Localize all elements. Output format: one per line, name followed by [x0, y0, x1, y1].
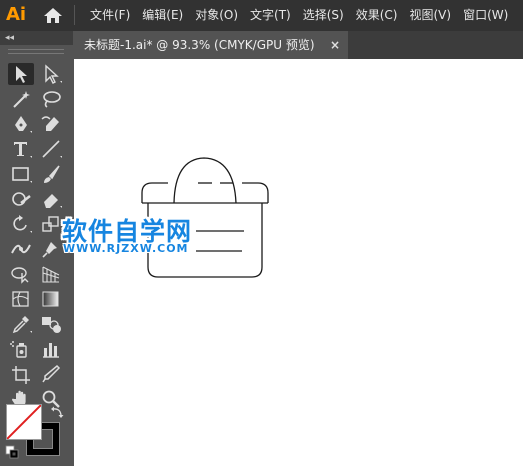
close-tab-button[interactable]: × — [330, 31, 340, 59]
slice-tool-icon[interactable] — [38, 363, 64, 385]
watermark: 软件自学网 WWW.RJZXW.COM — [62, 212, 214, 262]
puppet-warp-tool-icon[interactable] — [38, 238, 64, 260]
watermark-url: WWW.RJZXW.COM — [63, 242, 189, 255]
menu-select[interactable]: 选择(S) — [297, 0, 350, 31]
document-tab-title: 未标题-1.ai* @ 93.3% (CMYK/GPU 预览) — [84, 38, 315, 52]
pen-tool-icon[interactable] — [8, 113, 34, 135]
paintbrush-tool-icon[interactable] — [38, 163, 64, 185]
rotate-tool-icon[interactable] — [8, 213, 34, 235]
direct-selection-tool-icon[interactable] — [38, 63, 64, 85]
swap-fill-stroke-icon[interactable] — [50, 404, 64, 418]
eraser-tool-icon[interactable] — [38, 188, 64, 210]
magic-wand-tool-icon[interactable] — [8, 88, 34, 110]
main-menu: 文件(F) 编辑(E) 对象(O) 文字(T) 选择(S) 效果(C) 视图(V… — [84, 0, 514, 31]
fill-swatch[interactable] — [6, 404, 42, 440]
menu-view[interactable]: 视图(V) — [403, 0, 457, 31]
symbol-sprayer-tool-icon[interactable] — [8, 338, 34, 360]
scale-tool-icon[interactable] — [38, 213, 64, 235]
menu-effect[interactable]: 效果(C) — [350, 0, 404, 31]
home-icon[interactable] — [42, 6, 64, 24]
default-fill-stroke-icon[interactable] — [5, 444, 19, 459]
menu-edit[interactable]: 编辑(E) — [136, 0, 189, 31]
menu-type[interactable]: 文字(T) — [244, 0, 297, 31]
artboard-tool-icon[interactable] — [8, 363, 34, 385]
type-tool-icon[interactable] — [8, 138, 34, 160]
document-tab-bar: 未标题-1.ai* @ 93.3% (CMYK/GPU 预览) × — [74, 31, 523, 59]
column-graph-tool-icon[interactable] — [38, 338, 64, 360]
panel-grip[interactable] — [8, 49, 64, 54]
curvature-tool-icon[interactable] — [38, 113, 64, 135]
menu-object[interactable]: 对象(O) — [189, 0, 244, 31]
app-logo: Ai — [6, 4, 27, 25]
menu-bar: Ai 文件(F) 编辑(E) 对象(O) 文字(T) 选择(S) 效果(C) 视… — [0, 0, 523, 31]
blend-tool-icon[interactable] — [38, 313, 64, 335]
collapse-panel-icon[interactable]: ◂◂ — [5, 31, 14, 45]
shape-builder-tool-icon[interactable] — [8, 263, 34, 285]
menu-window[interactable]: 窗口(W) — [457, 0, 514, 31]
lasso-tool-icon[interactable] — [38, 88, 64, 110]
menu-divider — [74, 5, 75, 25]
line-segment-tool-icon[interactable] — [38, 138, 64, 160]
eyedropper-tool-icon[interactable] — [8, 313, 34, 335]
rectangle-tool-icon[interactable] — [8, 163, 34, 185]
shaper-tool-icon[interactable] — [8, 188, 34, 210]
perspective-grid-tool-icon[interactable] — [38, 263, 64, 285]
mesh-tool-icon[interactable] — [8, 288, 34, 310]
tools-panel-header: ◂◂ — [0, 31, 73, 45]
gradient-tool-icon[interactable] — [38, 288, 64, 310]
menu-file[interactable]: 文件(F) — [84, 0, 136, 31]
width-tool-icon[interactable] — [8, 238, 34, 260]
selection-tool-icon[interactable] — [8, 63, 34, 85]
document-tab[interactable]: 未标题-1.ai* @ 93.3% (CMYK/GPU 预览) × — [74, 31, 348, 59]
